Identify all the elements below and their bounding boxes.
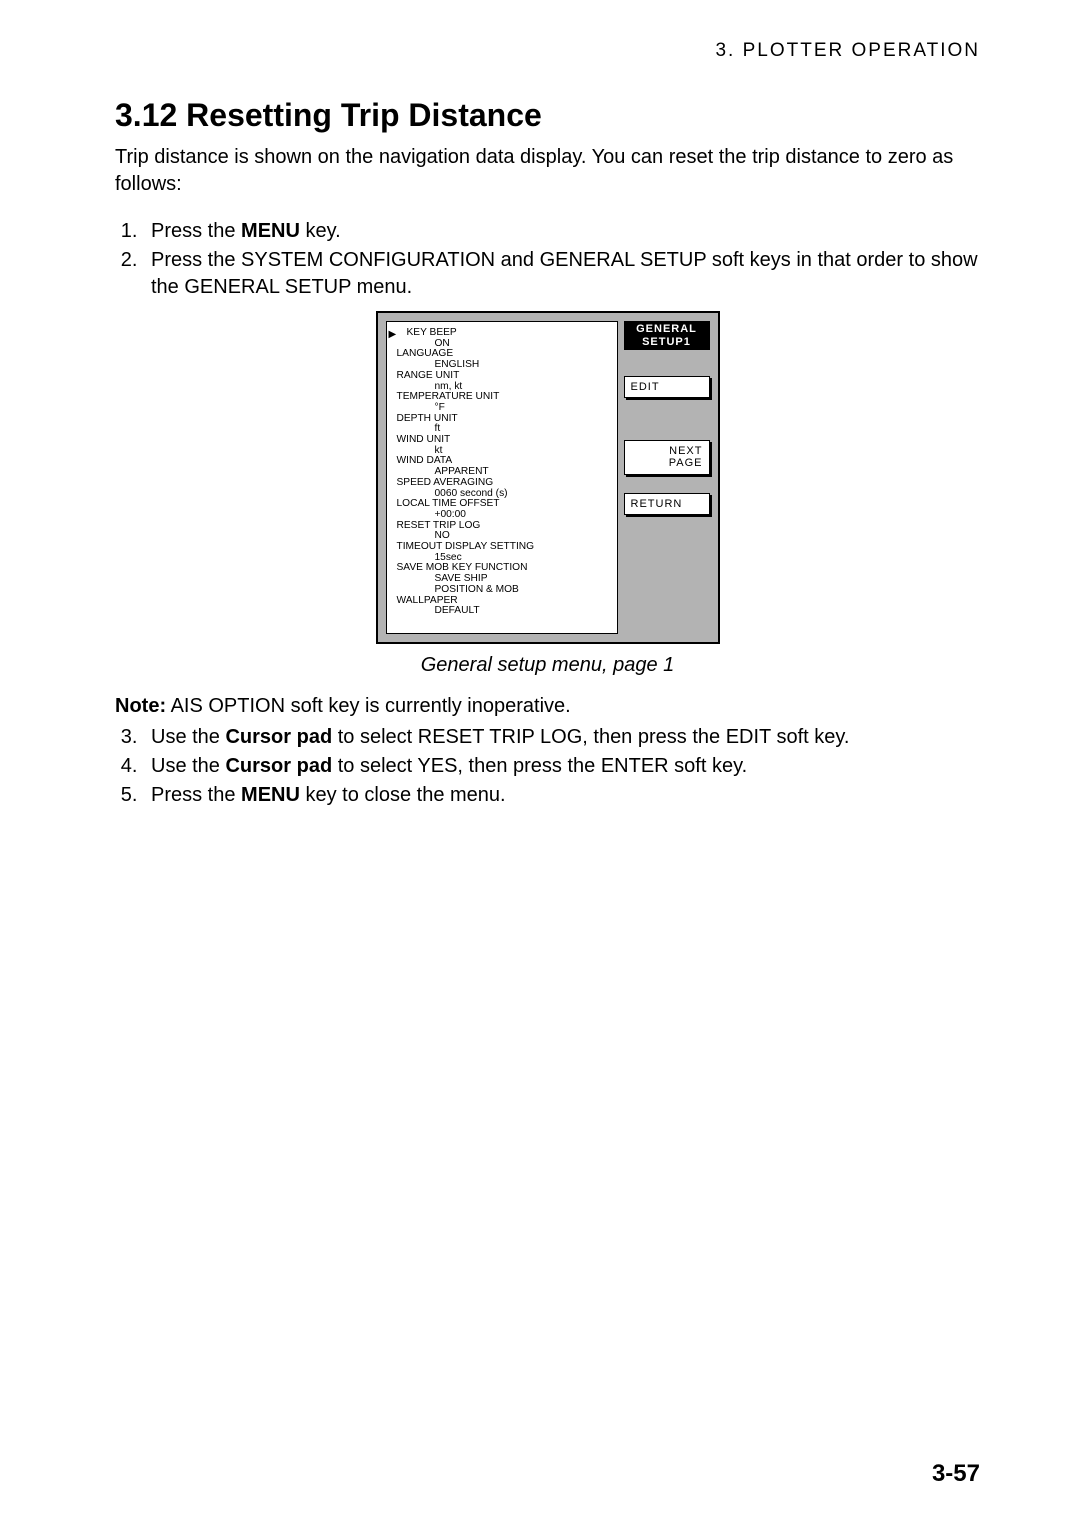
menu-label: SAVE MOB KEY FUNCTION	[397, 563, 611, 574]
softkey-column: GENERAL SETUP1 EDIT NEXT PAGE RETURN	[624, 321, 710, 515]
menu-label: TEMPERATURE UNIT	[397, 392, 611, 403]
figure-caption: General setup menu, page 1	[115, 654, 980, 677]
bold: MENU	[241, 220, 300, 242]
text: SETUP1	[642, 336, 691, 348]
menu-label: LOCAL TIME OFFSET	[397, 499, 611, 510]
menu-panel: ▶ KEY BEEP ON LANGUAGE ENGLISH RANGE UNI…	[386, 321, 618, 634]
step-1: Press the MENU key.	[143, 218, 980, 245]
text: to select YES, then press the ENTER soft…	[332, 755, 747, 777]
menu-value: DEFAULT	[397, 606, 611, 617]
document-page: 3. PLOTTER OPERATION 3.12 Resetting Trip…	[0, 0, 1080, 1528]
intro-paragraph: Trip distance is shown on the navigation…	[115, 144, 980, 198]
menu-value: POSITION & MOB	[397, 585, 611, 596]
text: Use the	[151, 755, 225, 777]
softkey-edit[interactable]: EDIT	[624, 376, 710, 398]
note-text: AIS OPTION soft key is currently inopera…	[166, 695, 571, 717]
bold: Cursor pad	[225, 755, 332, 777]
step-3: Use the Cursor pad to select RESET TRIP …	[143, 724, 980, 751]
steps-list-top: Press the MENU key. Press the SYSTEM CON…	[115, 218, 980, 301]
menu-label: SPEED AVERAGING	[397, 478, 611, 489]
cursor-icon: ▶	[389, 330, 397, 341]
text: Press the	[151, 220, 241, 242]
menu-label: RANGE UNIT	[397, 371, 611, 382]
text: key to close the menu.	[300, 784, 506, 806]
step-4: Use the Cursor pad to select YES, then p…	[143, 753, 980, 780]
bold: Cursor pad	[225, 726, 332, 748]
steps-list-bottom: Use the Cursor pad to select RESET TRIP …	[115, 724, 980, 809]
note-bold: Note:	[115, 695, 166, 717]
menu-label: RESET TRIP LOG	[397, 521, 611, 532]
softkey-return[interactable]: RETURN	[624, 493, 710, 515]
running-header: 3. PLOTTER OPERATION	[115, 40, 980, 62]
menu-label: WALLPAPER	[397, 596, 611, 607]
bold: MENU	[241, 784, 300, 806]
menu-label: LANGUAGE	[397, 349, 611, 360]
softkey-title: GENERAL SETUP1	[624, 321, 710, 350]
text: key.	[300, 220, 341, 242]
step-5: Press the MENU key to close the menu.	[143, 782, 980, 809]
page-number: 3-57	[932, 1460, 980, 1488]
note: Note: AIS OPTION soft key is currently i…	[115, 693, 980, 720]
menu-label: WIND DATA	[397, 456, 611, 467]
menu-label: WIND UNIT	[397, 435, 611, 446]
device-screen: ▶ KEY BEEP ON LANGUAGE ENGLISH RANGE UNI…	[376, 311, 720, 644]
text: GENERAL	[636, 323, 697, 335]
text: PAGE	[669, 457, 703, 469]
menu-label: KEY BEEP	[397, 328, 611, 339]
text: NEXT	[669, 445, 702, 457]
menu-label: TIMEOUT DISPLAY SETTING	[397, 542, 611, 553]
figure: ▶ KEY BEEP ON LANGUAGE ENGLISH RANGE UNI…	[115, 311, 980, 644]
text: to select RESET TRIP LOG, then press the…	[332, 726, 849, 748]
text: Use the	[151, 726, 225, 748]
text: Press the	[151, 784, 241, 806]
section-heading: 3.12 Resetting Trip Distance	[115, 97, 980, 134]
menu-label: DEPTH UNIT	[397, 414, 611, 425]
step-2: Press the SYSTEM CONFIGURATION and GENER…	[143, 247, 980, 301]
softkey-next-page[interactable]: NEXT PAGE	[624, 440, 710, 474]
